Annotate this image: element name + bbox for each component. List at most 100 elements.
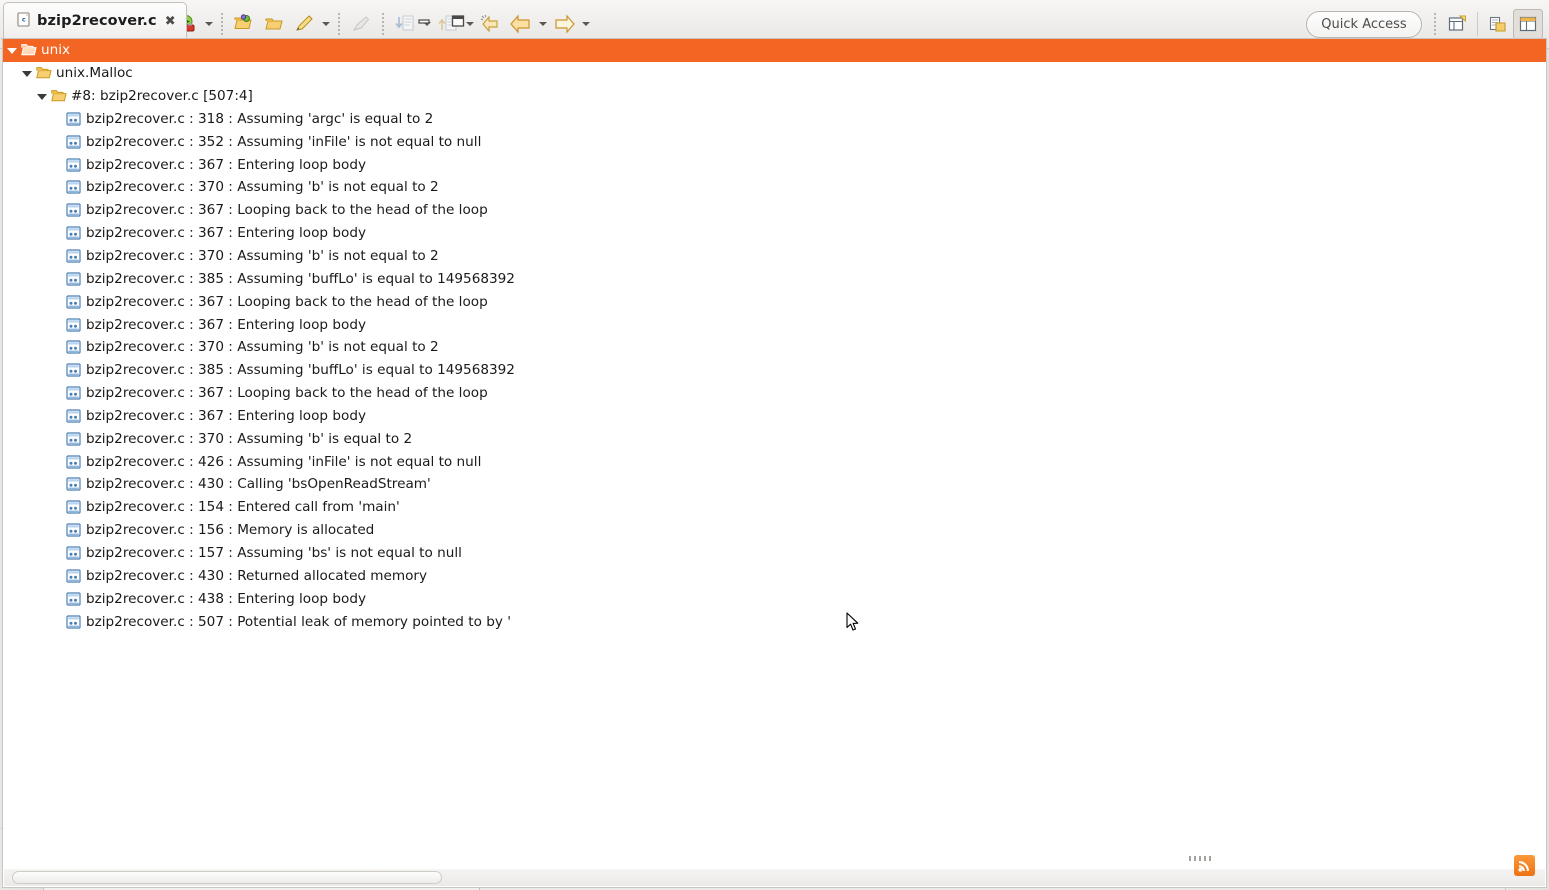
tree-row[interactable]: bzip2recover.c : 156 : Memory is allocat… bbox=[3, 519, 1546, 542]
tree-row[interactable]: bzip2recover.c : 370 : Assuming 'b' is n… bbox=[3, 245, 1546, 268]
tree-row-label: bzip2recover.c : 367 : Entering loop bod… bbox=[86, 225, 367, 242]
close-icon[interactable]: ✖ bbox=[165, 14, 176, 29]
tree-row[interactable]: bzip2recover.c : 352 : Assuming 'inFile'… bbox=[3, 130, 1546, 153]
tree-row[interactable]: #8: bzip2recover.c [507:4] bbox=[3, 85, 1546, 108]
perspective-bar-grip[interactable] bbox=[1432, 13, 1438, 35]
report-step-icon bbox=[65, 226, 82, 241]
perspective-cdt-button[interactable] bbox=[1483, 9, 1513, 39]
tree-row-label: bzip2recover.c : 370 : Assuming 'b' is n… bbox=[86, 339, 439, 356]
tree-row[interactable]: bzip2recover.c : 367 : Entering loop bod… bbox=[3, 153, 1546, 176]
report-step-icon bbox=[65, 134, 82, 149]
forward-dropdown-arrow[interactable] bbox=[579, 11, 592, 37]
tab-bzip2recover-c[interactable]: c bzip2recover.c ✖ bbox=[3, 2, 187, 39]
tree-row[interactable]: unix.Malloc bbox=[3, 62, 1546, 85]
report-step-icon bbox=[65, 317, 82, 332]
tree-row[interactable]: unix bbox=[3, 39, 1546, 62]
report-step-icon bbox=[65, 180, 82, 195]
tree-row[interactable]: bzip2recover.c : 367 : Entering loop bod… bbox=[3, 405, 1546, 428]
tree-row[interactable]: bzip2recover.c : 385 : Assuming 'buffLo'… bbox=[3, 267, 1546, 290]
tree-row-label: bzip2recover.c : 367 : Looping back to t… bbox=[86, 293, 488, 310]
report-step-icon bbox=[65, 363, 82, 378]
report-step-icon bbox=[65, 523, 82, 538]
tree-row[interactable]: bzip2recover.c : 154 : Entered call from… bbox=[3, 496, 1546, 519]
tree-row[interactable]: bzip2recover.c : 430 : Returned allocate… bbox=[3, 564, 1546, 587]
bottom-trim-bar bbox=[44, 844, 1505, 890]
report-step-icon bbox=[65, 294, 82, 309]
tree-row[interactable]: bzip2recover.c : 367 : Looping back to t… bbox=[3, 290, 1546, 313]
report-step-icon bbox=[65, 157, 82, 172]
tree-row[interactable]: bzip2recover.c : 367 : Looping back to t… bbox=[3, 382, 1546, 405]
quick-access-field[interactable]: Quick Access bbox=[1306, 10, 1422, 38]
tree-row-label: bzip2recover.c : 352 : Assuming 'inFile'… bbox=[86, 133, 482, 150]
svg-text:c: c bbox=[22, 16, 26, 23]
bottom-trim-grip[interactable] bbox=[1189, 856, 1211, 861]
tree-row[interactable]: bzip2recover.c : 367 : Entering loop bod… bbox=[3, 222, 1546, 245]
tree-row[interactable]: bzip2recover.c : 385 : Assuming 'buffLo'… bbox=[3, 359, 1546, 382]
report-step-icon bbox=[65, 386, 82, 401]
tree-row[interactable]: bzip2recover.c : 507 : Potential leak of… bbox=[3, 610, 1546, 633]
tree-row-label: bzip2recover.c : 154 : Entered call from… bbox=[86, 499, 400, 516]
twisty-expanded-icon[interactable] bbox=[22, 68, 33, 79]
report-step-icon bbox=[65, 340, 82, 355]
tree-row-label: bzip2recover.c : 367 : Entering loop bod… bbox=[86, 156, 367, 173]
tree-row-label: bzip2recover.c : 370 : Assuming 'b' is e… bbox=[86, 430, 413, 447]
file-tree[interactable]: unix unix.Malloc #8: bzip2recover.c [507:4… bbox=[3, 39, 1546, 887]
back-button[interactable] bbox=[506, 9, 536, 39]
report-step-icon bbox=[65, 568, 82, 583]
tree-row-label: bzip2recover.c : 367 : Entering loop bod… bbox=[86, 407, 367, 424]
report-step-icon bbox=[65, 271, 82, 286]
tree-row[interactable]: bzip2recover.c : 370 : Assuming 'b' is e… bbox=[3, 427, 1546, 450]
perspective-codechecker-button[interactable] bbox=[1513, 9, 1543, 39]
tree-row[interactable]: bzip2recover.c : 318 : Assuming 'argc' i… bbox=[3, 108, 1546, 131]
tree-row-label: bzip2recover.c : 507 : Potential leak of… bbox=[86, 613, 511, 630]
tree-row[interactable]: bzip2recover.c : 438 : Entering loop bod… bbox=[3, 587, 1546, 610]
report-step-icon bbox=[65, 431, 82, 446]
tree-row-label: unix.Malloc bbox=[56, 65, 133, 82]
maximize-icon[interactable] bbox=[448, 11, 467, 30]
folder-icon bbox=[50, 89, 67, 104]
twisty-expanded-icon[interactable] bbox=[37, 91, 48, 102]
tree-row[interactable]: bzip2recover.c : 370 : Assuming 'b' is n… bbox=[3, 336, 1546, 359]
report-step-icon bbox=[65, 591, 82, 606]
report-step-icon bbox=[65, 249, 82, 264]
tree-row[interactable]: bzip2recover.c : 370 : Assuming 'b' is n… bbox=[3, 176, 1546, 199]
forward-button[interactable] bbox=[549, 9, 579, 39]
last-edit-location-button[interactable] bbox=[476, 9, 506, 39]
folder-icon bbox=[35, 66, 52, 81]
tree-row-label: bzip2recover.c : 367 : Looping back to t… bbox=[86, 202, 488, 219]
rss-feed-icon[interactable] bbox=[1514, 855, 1535, 876]
tree-row[interactable]: bzip2recover.c : 367 : Entering loop bod… bbox=[3, 313, 1546, 336]
quick-access-label: Quick Access bbox=[1321, 16, 1407, 32]
back-dropdown-arrow[interactable] bbox=[536, 11, 549, 37]
tree-row[interactable]: bzip2recover.c : 430 : Calling 'bsOpenRe… bbox=[3, 473, 1546, 496]
tree-row-label: bzip2recover.c : 426 : Assuming 'inFile'… bbox=[86, 453, 482, 470]
report-step-icon bbox=[65, 500, 82, 515]
report-step-icon bbox=[65, 454, 82, 469]
tree-row-label: bzip2recover.c : 157 : Assuming 'bs' is … bbox=[86, 544, 462, 561]
open-perspective-button[interactable] bbox=[1442, 9, 1472, 39]
twisty-expanded-icon[interactable] bbox=[7, 45, 18, 56]
tree-row-label: bzip2recover.c : 370 : Assuming 'b' is n… bbox=[86, 179, 439, 196]
tree-row-label: bzip2recover.c : 385 : Assuming 'buffLo'… bbox=[86, 270, 515, 287]
tree-row-label: bzip2recover.c : 438 : Entering loop bod… bbox=[86, 590, 367, 607]
tree-row[interactable]: bzip2recover.c : 157 : Assuming 'bs' is … bbox=[3, 542, 1546, 565]
minimize-icon[interactable] bbox=[414, 11, 433, 30]
tree-row[interactable]: bzip2recover.c : 426 : Assuming 'inFile'… bbox=[3, 450, 1546, 473]
tree-row-label: bzip2recover.c : 385 : Assuming 'buffLo'… bbox=[86, 362, 515, 379]
tree-row-label: bzip2recover.c : 318 : Assuming 'argc' i… bbox=[86, 110, 434, 127]
tree-row-label: #8: bzip2recover.c [507:4] bbox=[71, 88, 253, 105]
tree-row[interactable]: bzip2recover.c : 367 : Looping back to t… bbox=[3, 199, 1546, 222]
